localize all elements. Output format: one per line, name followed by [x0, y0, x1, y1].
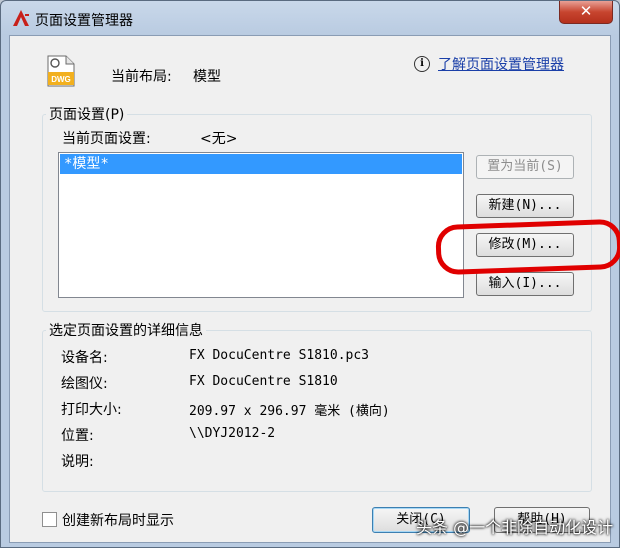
watermark: 头条 @一个非除自动化设计 — [416, 518, 614, 537]
current-layout-label: 当前布局: — [111, 69, 172, 85]
dialog-body: DWG 当前布局: 模型 i 了解页面设置管理器 页面设置(P) 当前页面设置:… — [9, 35, 620, 543]
current-page-setup-value: <无> — [200, 131, 238, 147]
plot-size-label: 打印大小: — [61, 402, 122, 418]
device-name-label: 设备名: — [61, 350, 108, 366]
location-label: 位置: — [61, 428, 94, 444]
window-close-button[interactable]: ✕ — [559, 1, 613, 24]
location-value: \\DYJ2012-2 — [189, 426, 276, 441]
device-name-value: FX DocuCentre S1810.pc3 — [189, 348, 370, 363]
plot-size-value: 209.97 x 296.97 毫米 (横向) — [189, 404, 390, 419]
current-page-setup-label: 当前页面设置: — [62, 131, 151, 147]
dwg-icon-text: DWG — [51, 75, 71, 84]
title-bar[interactable]: 页面设置管理器 ✕ — [1, 1, 619, 35]
page-setup-manager-window: 页面设置管理器 ✕ DWG 当前布局: 模型 i 了解页面设置管理器 页面设置(… — [0, 0, 620, 548]
page-setup-group-title: 页面设置(P) — [46, 104, 128, 124]
new-button[interactable]: 新建(N)... — [476, 194, 574, 218]
details-group-title: 选定页面设置的详细信息 — [46, 320, 206, 340]
import-button[interactable]: 输入(I)... — [476, 272, 574, 296]
help-link[interactable]: 了解页面设置管理器 — [438, 54, 564, 74]
page-setup-list[interactable]: *模型* — [58, 152, 464, 298]
autocad-app-icon[interactable] — [11, 8, 31, 28]
dwg-file-icon: DWG — [47, 55, 75, 87]
info-icon: i — [414, 56, 430, 72]
plotter-label: 绘图仪: — [61, 376, 108, 392]
show-on-new-layout-checkbox[interactable] — [42, 512, 57, 527]
current-layout-value: 模型 — [193, 69, 221, 85]
description-label: 说明: — [61, 454, 94, 470]
show-on-new-layout-label[interactable]: 创建新布局时显示 — [62, 510, 174, 530]
set-current-button[interactable]: 置为当前(S) — [476, 155, 574, 179]
plotter-value: FX DocuCentre S1810 — [189, 374, 338, 389]
annotation-circle — [435, 218, 620, 276]
window-title: 页面设置管理器 — [35, 13, 133, 29]
list-item[interactable]: *模型* — [60, 154, 462, 174]
